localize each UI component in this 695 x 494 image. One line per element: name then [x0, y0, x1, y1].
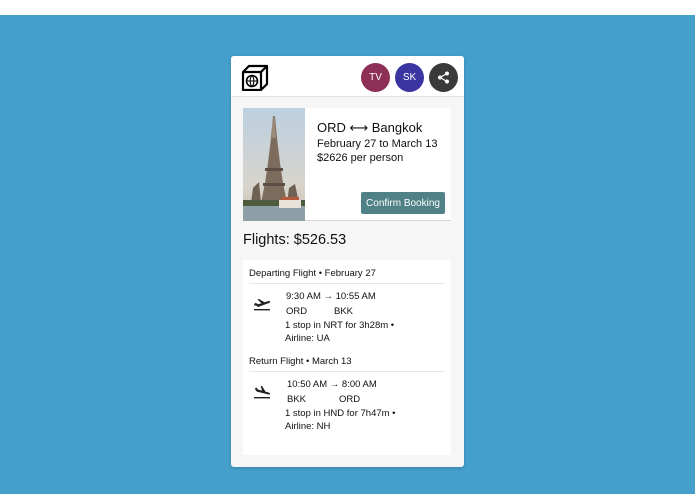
divider	[249, 283, 445, 284]
divider	[249, 371, 445, 372]
departing-flight-heading: Departing Flight • February 27	[249, 268, 376, 279]
plane-takeoff-icon	[254, 299, 271, 311]
globe-box-icon[interactable]	[240, 63, 269, 91]
trip-summary: ORD ⟷ Bangkok February 27 to March 13 $2…	[243, 108, 451, 221]
avatar[interactable]: SK	[395, 63, 424, 92]
departing-origin: ORD	[286, 306, 308, 317]
flights-total-heading: Flights: $526.53	[243, 232, 347, 248]
trip-price: $2626 per person	[317, 152, 404, 164]
bangkok-temple-image	[243, 108, 305, 221]
return-stops: 1 stop in HND for 7h47m •	[285, 408, 396, 419]
share-icon	[438, 71, 449, 84]
share-button[interactable]	[429, 63, 458, 92]
divider	[305, 220, 451, 221]
return-origin: BKK	[287, 394, 307, 405]
departing-stops: 1 stop in NRT for 3h28m •	[285, 320, 395, 331]
top-bar: TV SK	[231, 56, 464, 97]
confirm-booking-button[interactable]: Confirm Booking	[361, 192, 445, 214]
avatar[interactable]: TV	[361, 63, 390, 92]
plane-landing-icon	[254, 385, 271, 399]
departing-airline: Airline: UA	[285, 333, 330, 344]
trip-route-title: ORD ⟷ Bangkok	[317, 120, 423, 135]
departing-destination: BKK	[334, 306, 354, 317]
return-destination: ORD	[339, 394, 361, 405]
trip-dates: February 27 to March 13	[317, 138, 438, 150]
return-times: 10:50 AM → 8:00 AM	[287, 379, 377, 390]
flights-list: Departing Flight • February 27 9:30 AM →…	[243, 260, 451, 455]
return-flight-heading: Return Flight • March 13	[249, 356, 352, 367]
departing-times: 9:30 AM → 10:55 AM	[286, 291, 376, 302]
trip-card: TV SK ORD ⟷ Bangkok February 27 to March…	[231, 56, 464, 467]
page-background: TV SK ORD ⟷ Bangkok February 27 to March…	[0, 15, 695, 494]
return-airline: Airline: NH	[285, 421, 331, 432]
